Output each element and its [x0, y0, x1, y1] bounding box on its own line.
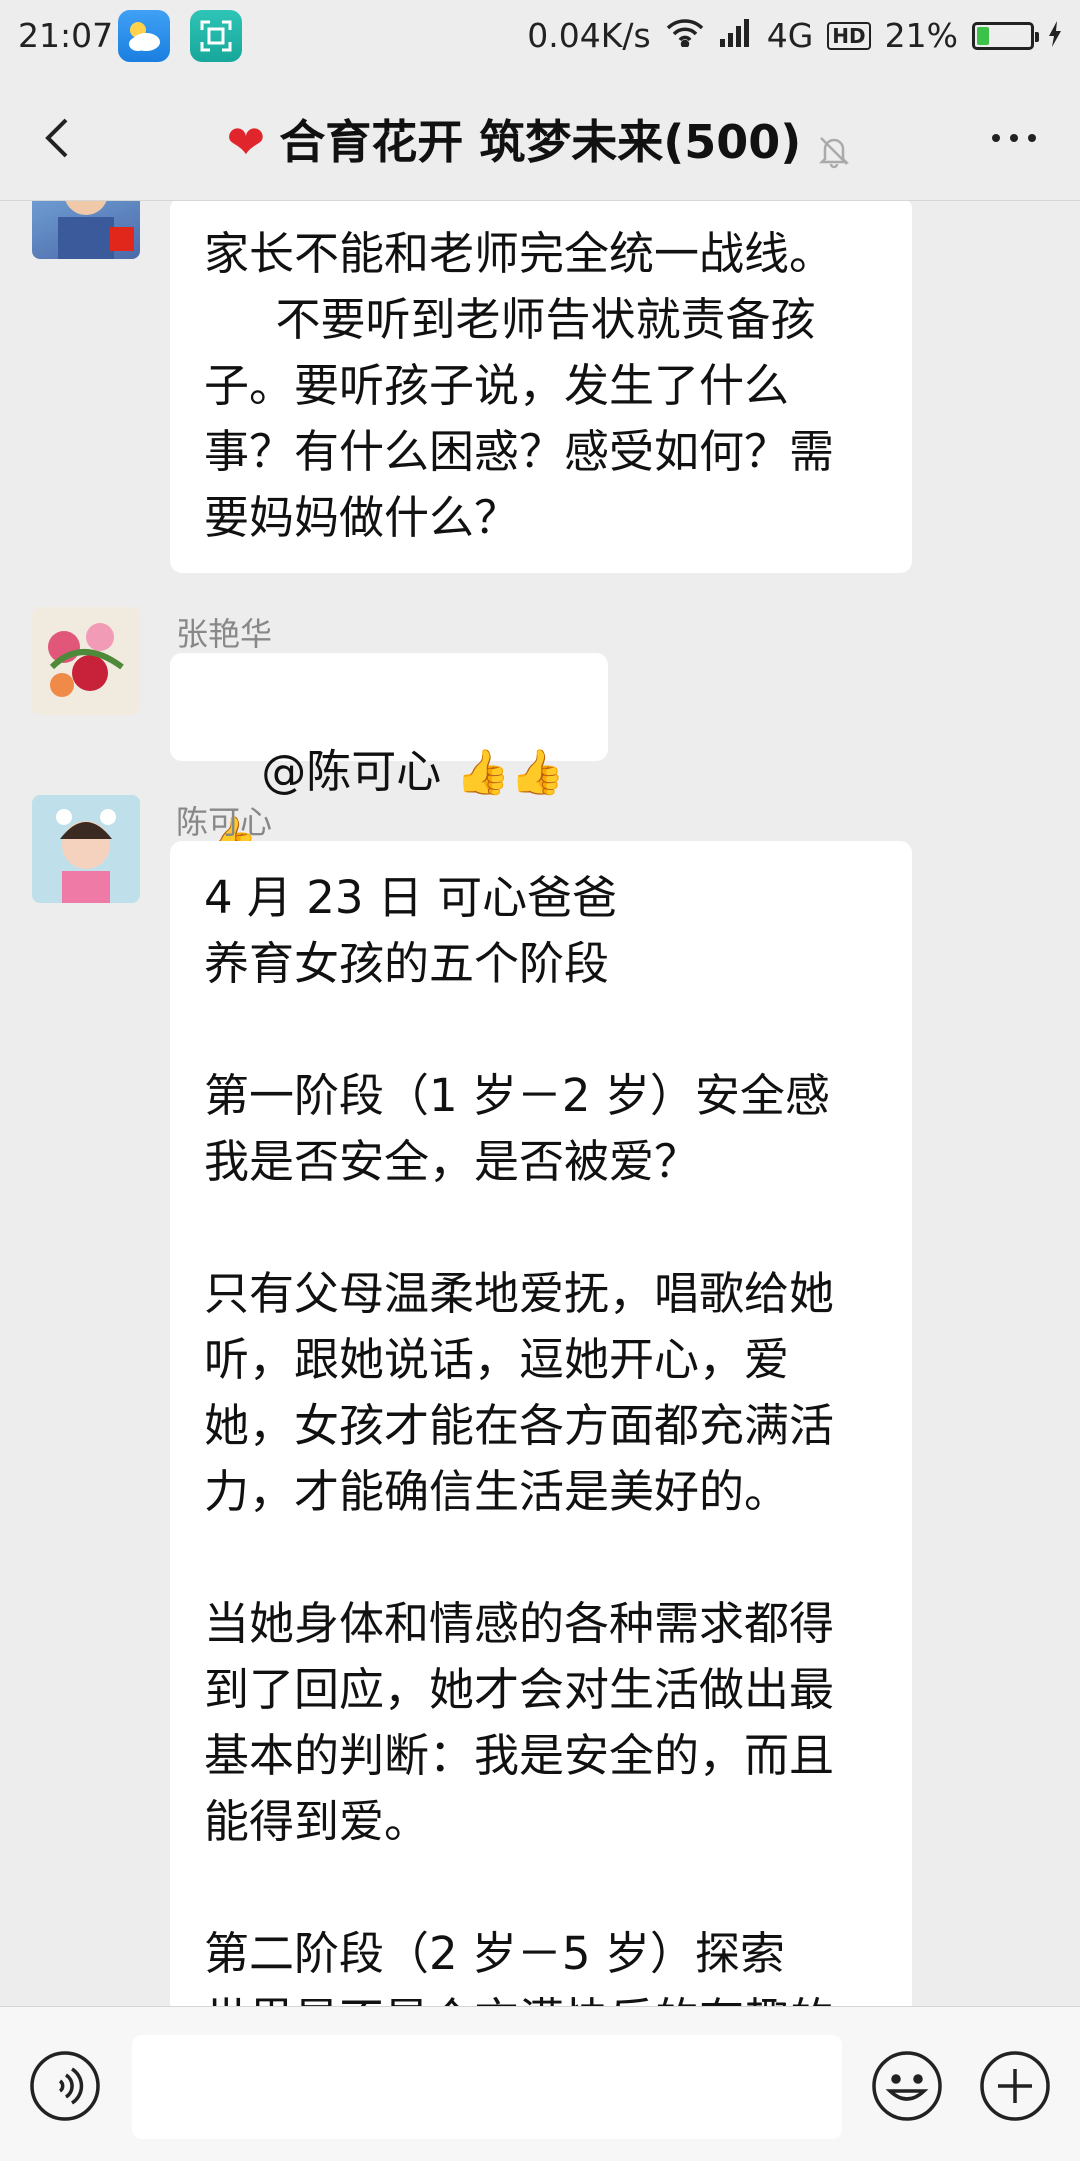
emoji-icon[interactable]: [870, 2049, 944, 2123]
group-name: 合育花开 筑梦未来(500): [279, 115, 802, 169]
chat-message-list[interactable]: 家长不能和老师完全统一战线。 不要听到老师告状就责备孩子。要听孩子说，发生了什么…: [0, 201, 1080, 2006]
wifi-icon: [665, 16, 705, 55]
mention-text: @陈可心: [261, 745, 456, 798]
chat-title: ❤ 合育花开 筑梦未来(500): [0, 106, 1080, 172]
network-type: 4G: [766, 16, 814, 55]
message-bubble[interactable]: 家长不能和老师完全统一战线。 不要听到老师告状就责备孩子。要听孩子说，发生了什么…: [170, 201, 912, 573]
net-speed: 0.04K/s: [527, 16, 651, 55]
chat-header: ❤ 合育花开 筑梦未来(500): [0, 76, 1080, 201]
avatar[interactable]: [32, 201, 140, 259]
avatar[interactable]: [32, 795, 140, 903]
battery-percent: 21%: [884, 16, 958, 55]
battery-icon: [972, 21, 1039, 50]
mute-bell-icon: [815, 127, 853, 168]
scan-icon: [190, 10, 242, 62]
avatar[interactable]: [32, 607, 140, 715]
more-icon[interactable]: [986, 118, 1042, 158]
message-input[interactable]: [132, 2035, 842, 2139]
weather-icon: [118, 10, 170, 62]
message-bubble[interactable]: 4 月 23 日 可心爸爸 养育女孩的五个阶段 第一阶段（1 岁－2 岁）安全感…: [170, 841, 912, 2006]
status-time: 21:07: [18, 16, 114, 55]
heart-icon: ❤: [226, 115, 266, 169]
sender-name: 陈可心: [176, 803, 273, 841]
message-bubble[interactable]: @陈可心 👍👍👍: [170, 653, 608, 865]
input-bar: [0, 2006, 1080, 2161]
sender-name: 张艳华: [176, 615, 273, 653]
status-bar: 21:07 0.04K/s 4G HD 21%: [0, 0, 1080, 76]
battery-level: [977, 26, 989, 45]
charging-icon: [1048, 16, 1062, 55]
plus-icon[interactable]: [978, 2049, 1052, 2123]
signal-icon: [719, 16, 753, 55]
hd-icon: HD: [827, 21, 871, 50]
voice-icon[interactable]: [28, 2049, 102, 2123]
